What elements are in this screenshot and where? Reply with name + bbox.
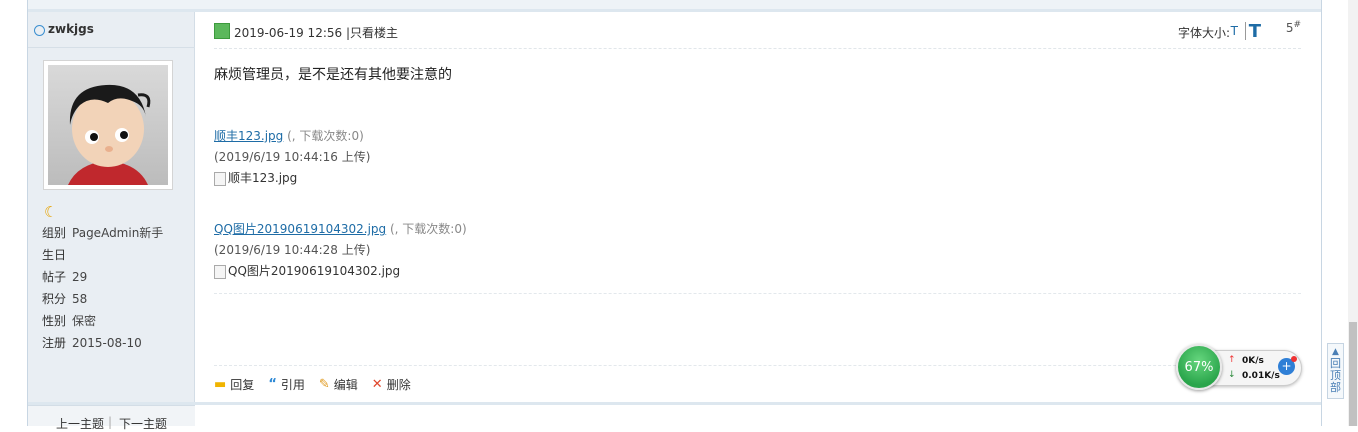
reply-icon: ▬: [214, 377, 227, 392]
post-actions: ▬ 回复 “引用 ✎ 编辑 ✕ 删除: [214, 376, 411, 393]
attachment-link[interactable]: QQ图片20190619104302.jpg: [214, 222, 386, 236]
floor-number: 5#: [1285, 20, 1301, 35]
user-icon: [214, 23, 230, 39]
user-posts: 帖子 29: [42, 270, 88, 284]
avatar-frame: [43, 60, 173, 190]
thread-nav: 上一主题 | 下一主题: [28, 405, 195, 431]
font-large-button[interactable]: T: [1249, 21, 1261, 42]
user-group: 组别 PageAdmin新手: [42, 226, 164, 240]
quote-button[interactable]: “引用: [268, 376, 305, 393]
broken-image-icon: [214, 171, 226, 186]
only-author-link[interactable]: |只看楼主: [346, 26, 398, 40]
attachment-upload-date: (2019/6/19 10:44:16 上传): [214, 150, 371, 164]
avatar-cartoon-icon: [68, 84, 151, 185]
attachment-upload-date: (2019/6/19 10:44:28 上传): [214, 243, 371, 257]
author-username[interactable]: zwkjgs: [48, 22, 94, 36]
attachment-link[interactable]: 顺丰123.jpg: [214, 129, 283, 143]
online-status-icon: [34, 25, 45, 36]
download-arrow-icon: ↓: [1228, 370, 1236, 380]
post-header: 2019-06-19 12:56 |只看楼主 字体大小: T T 5#: [214, 20, 1301, 49]
delete-icon: ✕: [371, 377, 383, 392]
network-speed-widget[interactable]: 67% ↑ 0K/s ↓ 0.01K/s +: [1176, 344, 1302, 390]
post-content: 麻烦管理员，是不是还有其他要注意的: [214, 67, 452, 83]
reply-button[interactable]: ▬ 回复: [214, 376, 254, 393]
author-sidebar: zwkjgs ☾ 组别 PageAdmin新手 生日 帖子 29 积分 58 性别 保密…: [28, 12, 195, 402]
avatar[interactable]: [48, 65, 168, 185]
attachment-2: QQ图片20190619104302.jpg (, 下载次数:0) (2019/…: [214, 219, 467, 282]
edit-button[interactable]: ✎ 编辑: [319, 376, 358, 393]
scrollbar-thumb[interactable]: [1349, 322, 1357, 426]
attachment-image[interactable]: QQ图片20190619104302.jpg: [214, 261, 467, 282]
back-to-top-label: 回顶部: [1330, 357, 1341, 394]
user-points: 积分 58: [42, 292, 88, 306]
next-thread-link[interactable]: 下一主题: [119, 415, 167, 432]
quote-icon: “: [268, 377, 277, 392]
content-divider: [214, 293, 1301, 294]
user-registered: 注册 2015-08-10: [42, 336, 142, 350]
upload-speed: 0K/s: [1242, 356, 1264, 366]
accelerate-plus-icon[interactable]: +: [1278, 356, 1297, 375]
delete-button[interactable]: ✕ 删除: [372, 376, 411, 393]
attachment-image[interactable]: 顺丰123.jpg: [214, 168, 370, 189]
user-gender: 性别 保密: [42, 314, 97, 328]
post-time: 2019-06-19 12:56: [234, 26, 343, 40]
attachment-meta: (, 下载次数:0): [390, 222, 467, 236]
attachment-1: 顺丰123.jpg (, 下载次数:0) (2019/6/19 10:44:16…: [214, 126, 370, 189]
upload-arrow-icon: ↑: [1228, 355, 1236, 365]
back-to-top-button[interactable]: ▲ 回顶部: [1327, 343, 1344, 399]
prev-thread-link[interactable]: 上一主题: [56, 415, 104, 432]
font-small-button[interactable]: T: [1231, 24, 1238, 38]
download-speed: 0.01K/s: [1242, 371, 1280, 381]
font-size-label: 字体大小:: [1177, 26, 1230, 40]
font-size-divider: [1245, 22, 1246, 40]
page-scrollbar[interactable]: [1348, 0, 1358, 426]
nav-separator: |: [108, 415, 113, 429]
level-moon-icon: ☾: [44, 203, 58, 221]
bottom-band: [28, 402, 1321, 405]
post-main: 2019-06-19 12:56 |只看楼主 字体大小: T T 5# 麻烦管理…: [196, 12, 1321, 402]
broken-image-icon: [214, 264, 226, 279]
user-birthday: 生日: [42, 248, 67, 262]
post-meta: 2019-06-19 12:56 |只看楼主: [234, 24, 398, 41]
actions-divider: [214, 365, 1301, 366]
memory-usage-ball[interactable]: 67%: [1176, 344, 1222, 390]
author-header: zwkjgs: [28, 12, 195, 48]
attachment-meta: (, 下载次数:0): [287, 129, 364, 143]
edit-icon: ✎: [318, 377, 330, 392]
